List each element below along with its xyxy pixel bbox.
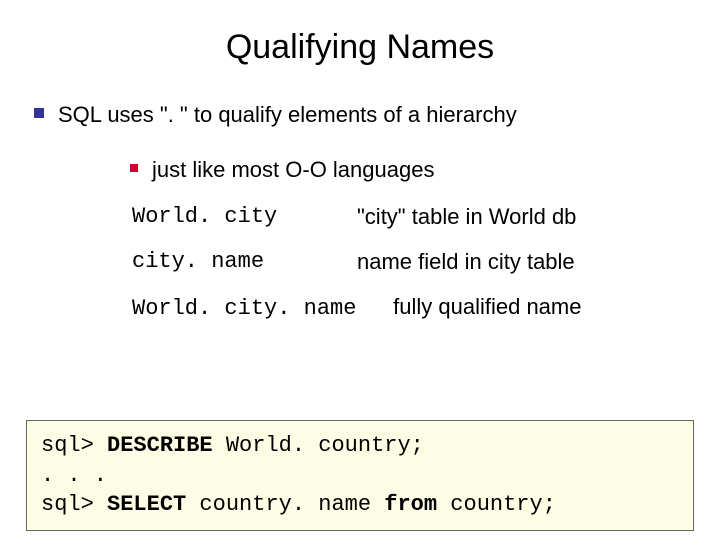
sql-text: country; [437, 492, 556, 517]
code-box: sql> DESCRIBE World. country; . . . sql>… [26, 420, 694, 531]
example-desc: name field in city table [357, 247, 575, 278]
slide-title: Qualifying Names [0, 28, 720, 67]
bullet-1-text: SQL uses ". " to qualify elements of a h… [58, 102, 517, 127]
sql-text: World. country; [213, 433, 424, 458]
square-bullet-icon [130, 164, 138, 172]
sql-keyword: SELECT [107, 492, 186, 517]
code-line: sql> DESCRIBE World. country; [41, 431, 679, 461]
code-line: . . . [41, 461, 679, 491]
square-bullet-icon [34, 108, 44, 118]
example-row: World. city "city" table in World db [132, 202, 690, 233]
bullet-2-text: just like most O-O languages [152, 157, 434, 182]
sql-prompt: sql> [41, 433, 107, 458]
sql-keyword: DESCRIBE [107, 433, 213, 458]
bullet-level-2: just like most O-O languages [152, 156, 680, 185]
bullet-level-1: SQL uses ". " to qualify elements of a h… [58, 101, 680, 130]
example-row: city. name name field in city table [132, 247, 690, 278]
slide: Qualifying Names SQL uses ". " to qualif… [0, 28, 720, 540]
code-line: sql> SELECT country. name from country; [41, 490, 679, 520]
example-code: city. name [132, 247, 357, 278]
sql-text: country. name [186, 492, 384, 517]
example-desc: fully qualified name [393, 294, 581, 319]
sql-keyword: from [384, 492, 437, 517]
example-row: World. city. name fully qualified name [132, 292, 690, 325]
sql-prompt: sql> [41, 492, 107, 517]
example-desc: "city" table in World db [357, 202, 576, 233]
example-code: World. city. name [132, 296, 356, 321]
example-code: World. city [132, 202, 357, 233]
